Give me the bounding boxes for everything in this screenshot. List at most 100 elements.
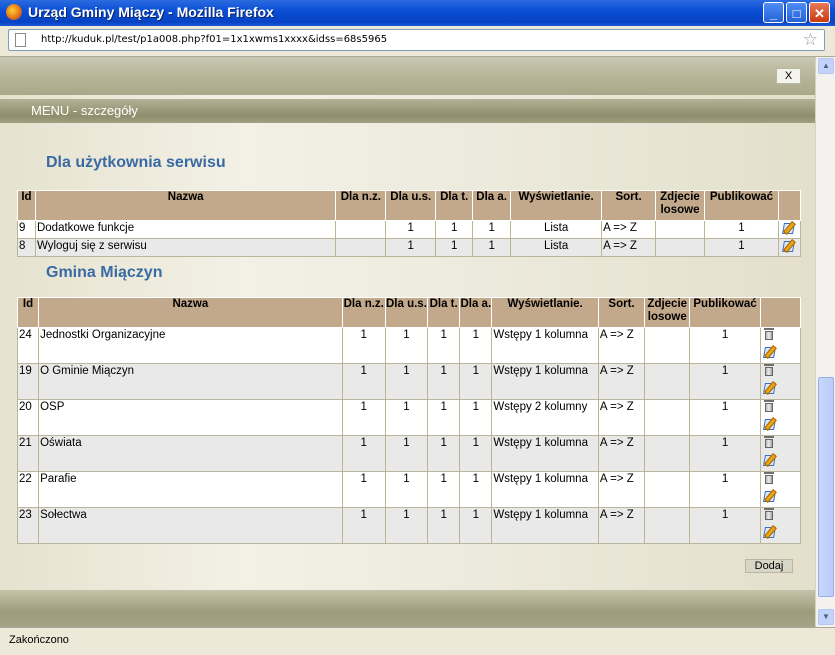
- cell-us: 1: [384, 399, 429, 436]
- cell-random: [644, 363, 691, 400]
- cell-t: 1: [427, 327, 461, 364]
- url-field[interactable]: http://kuduk.pl/test/p1a008.php?f01=1x1x…: [8, 29, 825, 51]
- scroll-down-icon[interactable]: ▼: [818, 609, 834, 625]
- table-row: 20 OSP 1 1 1 1 Wstępy 2 kolumny A => Z1: [16, 399, 802, 436]
- delete-icon[interactable]: [763, 508, 775, 521]
- col-header-t: Dla t.: [435, 190, 474, 221]
- cell-t: 1: [427, 435, 461, 472]
- scroll-up-icon[interactable]: ▲: [818, 58, 834, 74]
- col-header-actions: [759, 297, 802, 328]
- delete-icon[interactable]: [763, 400, 775, 413]
- edit-icon[interactable]: [763, 381, 777, 394]
- cell-a: 1: [459, 435, 493, 472]
- close-window-button[interactable]: ✕: [809, 2, 830, 23]
- delete-icon[interactable]: [763, 472, 775, 485]
- cell-sort: A => Z: [597, 435, 646, 472]
- cell-nz: 1: [341, 363, 386, 400]
- edit-icon[interactable]: [763, 345, 777, 358]
- col-header-publish: Publikować: [689, 297, 761, 328]
- edit-icon[interactable]: [763, 417, 777, 430]
- col-header-sort: Sort.: [601, 190, 656, 221]
- cell-name: Sołectwa: [38, 507, 343, 544]
- page-viewport: X MENU - szczegóły Dla użytkownia serwis…: [0, 57, 815, 627]
- table-row: 24 Jednostki Organizacyjne 1 1 1 1 Wstępy 1 ko…: [16, 327, 802, 364]
- col-header-id: Id: [16, 297, 40, 328]
- window-titlebar: Urząd Gminy Miączy - Mozilla Firefox _ □…: [0, 0, 835, 26]
- add-button[interactable]: Dodaj: [745, 559, 793, 573]
- delete-icon[interactable]: [763, 436, 775, 449]
- cell-nz: 1: [341, 507, 386, 544]
- cell-nz: 1: [341, 471, 386, 508]
- bottom-band: [0, 590, 815, 627]
- col-header-random: Zdjecie losowe: [655, 190, 705, 221]
- cell-sort: A => Z: [601, 238, 656, 257]
- cell-name: Jednostki Organizacyjne: [38, 327, 343, 364]
- cell-publish: 1: [689, 399, 761, 436]
- delete-icon[interactable]: [763, 364, 775, 377]
- edit-icon[interactable]: [763, 489, 777, 502]
- col-header-random: Zdjecie losowe: [644, 297, 691, 328]
- cell-us: 1: [385, 220, 437, 239]
- edit-icon[interactable]: [782, 239, 796, 252]
- cell-nz: 1: [341, 327, 386, 364]
- cell-t: 1: [427, 507, 461, 544]
- table-row: 8 Wyloguj się z serwisu 1 1 1 Lista A =>…: [17, 238, 802, 257]
- table-row: 9 Dodatkowe funkcje 1 1 1 Lista A => Z 1: [17, 220, 802, 239]
- cell-display: Wstępy 1 kolumna: [491, 507, 599, 544]
- url-text[interactable]: http://kuduk.pl/test/p1a008.php?f01=1x1x…: [41, 34, 387, 45]
- edit-icon[interactable]: [763, 525, 777, 538]
- cell-sort: A => Z: [597, 399, 646, 436]
- cell-actions: [759, 507, 802, 544]
- bookmark-star-icon[interactable]: ☆: [803, 30, 818, 50]
- cell-a: 1: [459, 399, 493, 436]
- user-menu-table: Id Nazwa Dla n.z. Dla u.s. Dla t. Dla a.…: [17, 190, 802, 257]
- section-title-gmina: Gmina Miączyn: [46, 264, 163, 281]
- cell-publish: 1: [689, 435, 761, 472]
- firefox-icon: [6, 4, 22, 20]
- scroll-thumb[interactable]: [818, 377, 834, 597]
- col-header-a: Dla a.: [472, 190, 512, 221]
- table-header-row: Id Nazwa Dla n.z. Dla u.s. Dla t. Dla a.…: [16, 297, 802, 328]
- cell-name: OSP: [38, 399, 343, 436]
- vertical-scrollbar[interactable]: ▲ ▼: [815, 57, 835, 627]
- gmina-menu-table: Id Nazwa Dla n.z. Dla u.s. Dla t. Dla a.…: [16, 297, 802, 544]
- cell-publish: 1: [689, 363, 761, 400]
- cell-random: [644, 507, 691, 544]
- cell-sort: A => Z: [601, 220, 656, 239]
- cell-a: 1: [459, 507, 493, 544]
- col-header-name: Nazwa: [34, 190, 337, 221]
- cell-id: 23: [16, 507, 40, 544]
- window-title: Urząd Gminy Miączy - Mozilla Firefox: [28, 4, 274, 20]
- cell-name: Wyloguj się z serwisu: [34, 238, 337, 257]
- cell-publish: 1: [689, 471, 761, 508]
- cell-random: [644, 471, 691, 508]
- cell-publish: 1: [689, 327, 761, 364]
- menu-title: MENU - szczegóły: [31, 103, 138, 118]
- close-panel-button[interactable]: X: [776, 68, 801, 84]
- col-header-sort: Sort.: [597, 297, 646, 328]
- cell-id: 24: [16, 327, 40, 364]
- cell-display: Wstępy 1 kolumna: [491, 363, 599, 400]
- edit-icon[interactable]: [763, 453, 777, 466]
- col-header-t: Dla t.: [427, 297, 461, 328]
- edit-icon[interactable]: [782, 221, 796, 234]
- cell-name: Dodatkowe funkcje: [34, 220, 337, 239]
- cell-sort: A => Z: [597, 327, 646, 364]
- cell-sort: A => Z: [597, 363, 646, 400]
- top-band: X: [0, 57, 815, 95]
- cell-a: 1: [472, 238, 512, 257]
- delete-icon[interactable]: [763, 328, 775, 341]
- cell-display: Wstępy 1 kolumna: [491, 471, 599, 508]
- minimize-button[interactable]: _: [763, 2, 784, 23]
- cell-us: 1: [384, 435, 429, 472]
- cell-actions: [759, 363, 802, 400]
- cell-id: 22: [16, 471, 40, 508]
- cell-id: 20: [16, 399, 40, 436]
- status-bar: Zakończono: [0, 627, 835, 655]
- address-bar: http://kuduk.pl/test/p1a008.php?f01=1x1x…: [0, 26, 835, 57]
- cell-id: 21: [16, 435, 40, 472]
- maximize-button[interactable]: □: [786, 2, 807, 23]
- cell-us: 1: [384, 363, 429, 400]
- cell-publish: 1: [703, 238, 779, 257]
- col-header-name: Nazwa: [38, 297, 343, 328]
